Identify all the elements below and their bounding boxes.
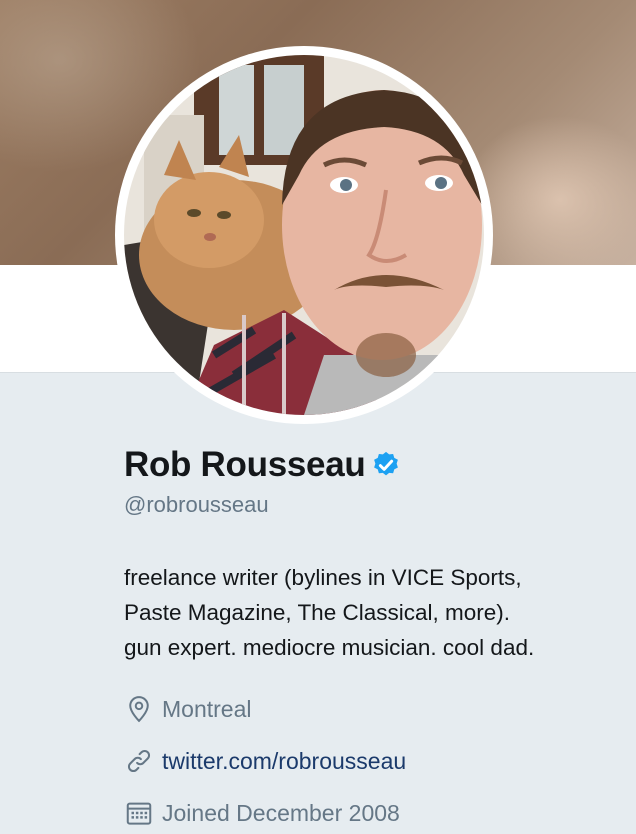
calendar-icon	[124, 798, 154, 828]
profile-card: Rob Rousseau @robrousseau freelance writ…	[124, 440, 624, 834]
profile-name[interactable]: Rob Rousseau	[124, 445, 366, 485]
avatar[interactable]	[124, 55, 484, 415]
avatar-photo	[124, 55, 484, 415]
verified-badge-icon	[371, 450, 401, 480]
name-row: Rob Rousseau	[124, 440, 624, 490]
location-pin-icon	[124, 694, 154, 724]
website-row: twitter.com/robrousseau	[124, 735, 624, 787]
profile-bio: freelance writer (bylines in VICE Sports…	[124, 565, 535, 660]
joined-date: Joined December 2008	[162, 799, 400, 826]
link-icon	[124, 746, 154, 776]
location-row: Montreal	[124, 683, 624, 735]
profile-handle[interactable]: @robrousseau	[124, 492, 624, 522]
joined-row: Joined December 2008	[124, 787, 624, 834]
website-link[interactable]: twitter.com/robrousseau	[162, 748, 406, 775]
location-text: Montreal	[162, 695, 252, 722]
